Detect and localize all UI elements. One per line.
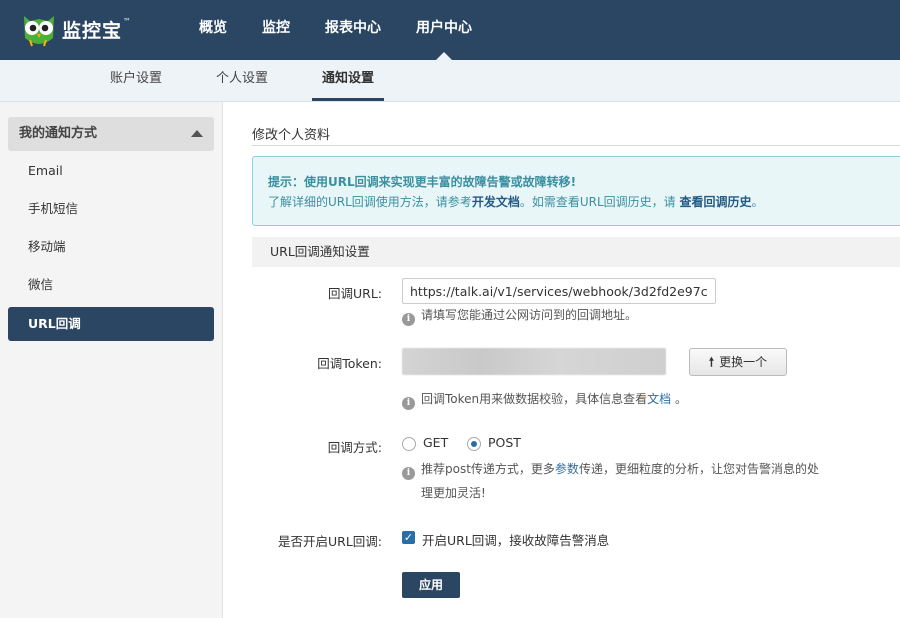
alert-text-prefix: 了解详细的URL回调使用方法，请参考 (268, 195, 472, 209)
nav-overview[interactable]: 概览 (199, 0, 227, 60)
subnav-notification-settings[interactable]: 通知设置 (312, 60, 385, 101)
sidebar-heading[interactable]: 我的通知方式 (8, 117, 214, 151)
method-hint-line2: 理更加灵活! (421, 486, 486, 500)
alert-text-suffix: 。 (751, 195, 764, 209)
subnav-personal-settings[interactable]: 个人设置 (216, 60, 268, 101)
method-get-label: GET (423, 435, 449, 450)
nav-reports[interactable]: 报表中心 (325, 0, 381, 60)
panel-title: URL回调通知设置 (252, 237, 900, 267)
owl-logo-icon (24, 16, 54, 47)
apply-button[interactable]: 应用 (402, 572, 460, 598)
sidebar: 我的通知方式 Email 手机短信 移动端 微信 URL回调 (0, 102, 223, 618)
token-value-blurred (402, 348, 666, 375)
sub-navbar: 账户设置 个人设置 通知设置 (0, 60, 900, 102)
url-hint: i 请填写您能通过公网访问到的回调地址。 (402, 303, 637, 328)
method-post-radio[interactable] (467, 437, 481, 451)
brand-name: 监控宝 (62, 19, 123, 42)
section-title: 修改个人资料 (252, 128, 331, 143)
sidebar-item-wechat[interactable]: 微信 (8, 268, 214, 302)
dev-docs-link[interactable]: 开发文档 (472, 195, 520, 209)
url-hint-text: 请填写您能通过公网访问到的回调地址。 (421, 308, 638, 322)
info-icon: i (402, 313, 415, 326)
method-hint: i 推荐post传递方式，更多参数传递，更细粒度的分析，让您对告警消息的处 (402, 457, 832, 482)
enable-label: 是否开启URL回调: (277, 534, 382, 549)
subnav-account-settings[interactable]: 账户设置 (110, 60, 162, 101)
sidebar-item-sms[interactable]: 手机短信 (8, 192, 214, 226)
url-label: 回调URL: (327, 286, 382, 301)
callback-history-link[interactable]: 查看回调历史 (679, 195, 751, 209)
top-navbar: 监控宝 ™ 概览 监控 报表中心 用户中心 (0, 0, 900, 60)
method-label: 回调方式: (327, 440, 382, 455)
params-link[interactable]: 参数 (555, 462, 579, 476)
alert-line-2: 了解详细的URL回调使用方法，请参考开发文档。如需查看URL回调历史，请 查看回… (268, 192, 900, 212)
regenerate-token-label: 更换一个 (719, 355, 768, 369)
nav-user-center[interactable]: 用户中心 (416, 0, 472, 60)
trademark-mark: ™ (123, 16, 132, 26)
info-icon: i (402, 397, 415, 410)
method-post-label: POST (488, 435, 521, 450)
enable-url-callback-checkbox[interactable]: ✓ (402, 531, 415, 544)
token-hint-text: 回调Token用来做数据校验，具体信息查看 (421, 392, 648, 406)
method-get-radio[interactable] (402, 437, 416, 451)
section-divider (252, 145, 900, 146)
token-hint-suffix: 。 (671, 392, 687, 406)
token-hint: i 回调Token用来做数据校验，具体信息查看文档 。 (402, 387, 687, 412)
sidebar-item-url-callback[interactable]: URL回调 (8, 307, 214, 341)
token-docs-link[interactable]: 文档 (647, 392, 671, 406)
sidebar-heading-label: 我的通知方式 (19, 126, 98, 141)
alert-line-1: 提示：使用URL回调来实现更丰富的故障告警或故障转移! (268, 175, 577, 189)
sidebar-item-mobile[interactable]: 移动端 (8, 230, 214, 264)
info-alert: 提示：使用URL回调来实现更丰富的故障告警或故障转移! 了解详细的URL回调使用… (252, 156, 900, 226)
nav-monitor[interactable]: 监控 (262, 0, 290, 60)
brand-logo[interactable]: 监控宝 ™ (20, 8, 131, 50)
alert-text-mid: 。如需查看URL回调历史，请 (519, 195, 680, 209)
token-label: 回调Token: (317, 356, 382, 371)
info-icon: i (402, 467, 415, 480)
sidebar-item-email[interactable]: Email (8, 154, 214, 188)
method-hint-text: 推荐post传递方式，更多 (421, 462, 555, 476)
enable-checkbox-label: 开启URL回调，接收故障告警消息 (422, 533, 610, 548)
collapse-caret-icon (191, 130, 203, 137)
callback-url-input[interactable] (402, 278, 716, 304)
active-nav-caret (436, 52, 452, 60)
regenerate-token-button[interactable]: 🠕 更换一个 (689, 348, 787, 376)
method-hint-suffix: 传递，更细粒度的分析，让您对告警消息的处 (578, 462, 819, 476)
arrow-up-icon: 🠕 (708, 355, 715, 369)
